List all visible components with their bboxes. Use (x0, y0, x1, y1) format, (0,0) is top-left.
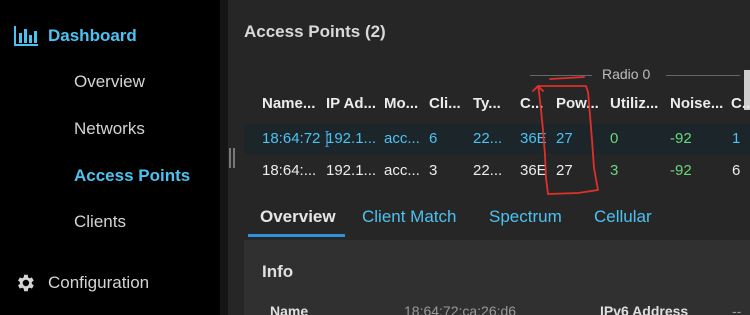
column-header-channel[interactable]: C... (520, 95, 544, 112)
column-header-name[interactable]: Name... (262, 95, 320, 112)
tab-client-match[interactable]: Client Match (362, 207, 456, 227)
info-panel: Info Name 18:64:72:ca:26:d6 IPv6 Address… (244, 240, 750, 315)
table-row[interactable]: 18:64:... 192.1... acc... 3 22... 36E 27… (244, 156, 750, 186)
cell-noise: -92 (670, 162, 692, 179)
sidebar-item-label: Configuration (48, 273, 150, 292)
cell-name: 18:64:72 (262, 130, 321, 147)
ipv6-value: -- (732, 303, 742, 315)
name-label: Name (270, 303, 309, 315)
tab-spectrum[interactable]: Spectrum (489, 207, 562, 227)
column-header-ip[interactable]: IP Ad... (326, 95, 378, 112)
tab-cellular[interactable]: Cellular (594, 207, 652, 227)
main-content: Access Points (2) Radio 0 Name... IP Ad.… (228, 0, 750, 315)
sidebar-item-access-points[interactable]: Access Points (74, 166, 190, 186)
column-header-model[interactable]: Mo... (384, 95, 424, 112)
ipv6-label: IPv6 Address (600, 303, 689, 315)
cell-model: acc... (384, 130, 420, 147)
column-group-header: Radio 0 (530, 66, 740, 84)
cell-utilization: 3 (610, 162, 619, 179)
column-header-utilization[interactable]: Utiliz... (610, 95, 662, 112)
cell-utilization: 0 (610, 130, 619, 147)
panel-title: Info (262, 262, 294, 281)
cell-noise: -92 (670, 130, 692, 147)
cell-type: 22... (473, 162, 503, 179)
cell-clients: 3 (429, 162, 438, 179)
cell-model: acc... (384, 162, 420, 179)
cell-ip: 192.1... (326, 162, 377, 179)
active-tab-indicator (248, 234, 345, 237)
sidebar: Dashboard Overview Networks Access Point… (0, 0, 220, 315)
column-header-clients[interactable]: Cli... (429, 95, 465, 112)
cell-clients: 6 (429, 130, 438, 147)
sidebar-item-networks[interactable]: Networks (74, 119, 145, 139)
sidebar-item-dashboard[interactable]: Dashboard (14, 24, 137, 48)
column-header-type[interactable]: Ty... (473, 95, 509, 112)
gear-icon (18, 274, 34, 292)
cell-name: 18:64:... (262, 162, 317, 179)
sidebar-divider (220, 0, 228, 315)
name-value: 18:64:72:ca:26:d6 (404, 303, 517, 315)
cell-power: 27 (556, 162, 573, 179)
dashboard-icon (14, 26, 38, 46)
cell-ip: 192.1... (326, 130, 377, 147)
sidebar-item-clients[interactable]: Clients (74, 212, 126, 232)
cell-channel: 36E (520, 130, 547, 147)
table-row[interactable]: 18:64:72 192.1... acc... 6 22... 36E 27 … (244, 124, 750, 154)
column-group-label: Radio 0 (602, 66, 651, 82)
column-header-power[interactable]: Pow... (556, 95, 600, 112)
cell-c: 1 (732, 130, 741, 147)
detail-tabs: Overview Client Match Spectrum Cellular (248, 203, 750, 237)
cell-power: 27 (556, 130, 573, 147)
cell-channel: 36E (520, 162, 547, 179)
tab-overview[interactable]: Overview (260, 207, 336, 227)
page-title: Access Points (2) (244, 22, 386, 41)
cell-type: 22... (473, 130, 503, 147)
sidebar-item-overview[interactable]: Overview (74, 72, 145, 92)
cell-c: 6 (732, 162, 741, 179)
column-header-noise[interactable]: Noise... (670, 95, 724, 112)
sidebar-item-label: Dashboard (48, 26, 137, 45)
sidebar-item-configuration[interactable]: Configuration (14, 270, 149, 296)
column-header-c[interactable]: C... (731, 95, 749, 112)
